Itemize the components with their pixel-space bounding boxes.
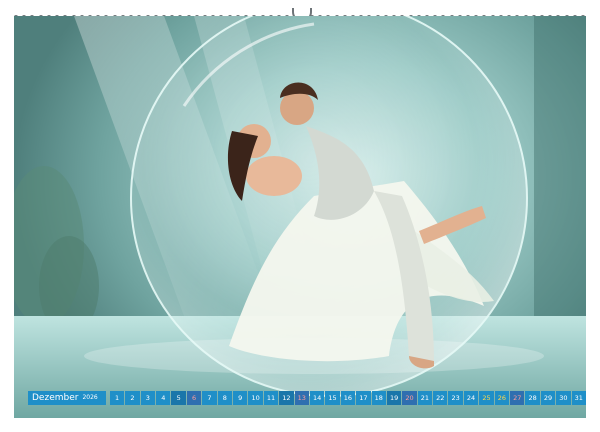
day-cell: 13 <box>294 390 309 405</box>
day-cell: 10 <box>248 390 263 405</box>
day-cell: 30 <box>556 390 571 405</box>
couple-in-bubble-illustration <box>14 16 586 418</box>
day-cell: 11 <box>263 390 279 405</box>
day-cell: 25 <box>479 390 494 405</box>
day-cell: 14 <box>309 390 325 405</box>
day-cell: 15 <box>325 390 340 405</box>
calendar-date-strip: Dezember 2026 1 2 3 4 5 6 7 8 9 10 11 12 13 14 15 16 17 1… <box>14 389 586 406</box>
day-cell: 6 <box>186 390 202 405</box>
day-cell: 23 <box>448 390 463 405</box>
day-cell: 4 <box>156 390 171 405</box>
day-cell: 16 <box>340 390 356 405</box>
day-cell: 28 <box>525 390 540 405</box>
day-cell: 2 <box>125 390 140 405</box>
day-cell: 22 <box>433 390 448 405</box>
day-cell: 8 <box>217 390 233 405</box>
day-cell: 26 <box>494 390 510 405</box>
day-cell: 24 <box>463 390 479 405</box>
year-label: 2026 <box>82 393 98 401</box>
day-cell: 18 <box>371 390 386 405</box>
day-cell: 29 <box>540 390 556 405</box>
day-cell: 20 <box>402 390 417 405</box>
day-cell: 9 <box>233 390 248 405</box>
day-cell: 1 <box>109 390 125 405</box>
month-label: Dezember 2026 <box>28 390 106 405</box>
day-cell: 5 <box>171 390 186 405</box>
day-cell: 27 <box>510 390 525 405</box>
day-cell: 3 <box>140 390 156 405</box>
day-cell: 31 <box>571 390 586 405</box>
day-cell: 7 <box>202 390 217 405</box>
day-cell: 12 <box>279 390 294 405</box>
day-cell: 17 <box>356 390 371 405</box>
day-cell: 19 <box>386 390 402 405</box>
calendar-photo <box>14 16 586 418</box>
day-cell: 21 <box>417 390 433 405</box>
month-name: Dezember <box>32 392 79 403</box>
day-cells: 1 2 3 4 5 6 7 8 9 10 11 12 13 14 15 16 17 18 19 20 21 22 23 24 2… <box>109 390 586 405</box>
